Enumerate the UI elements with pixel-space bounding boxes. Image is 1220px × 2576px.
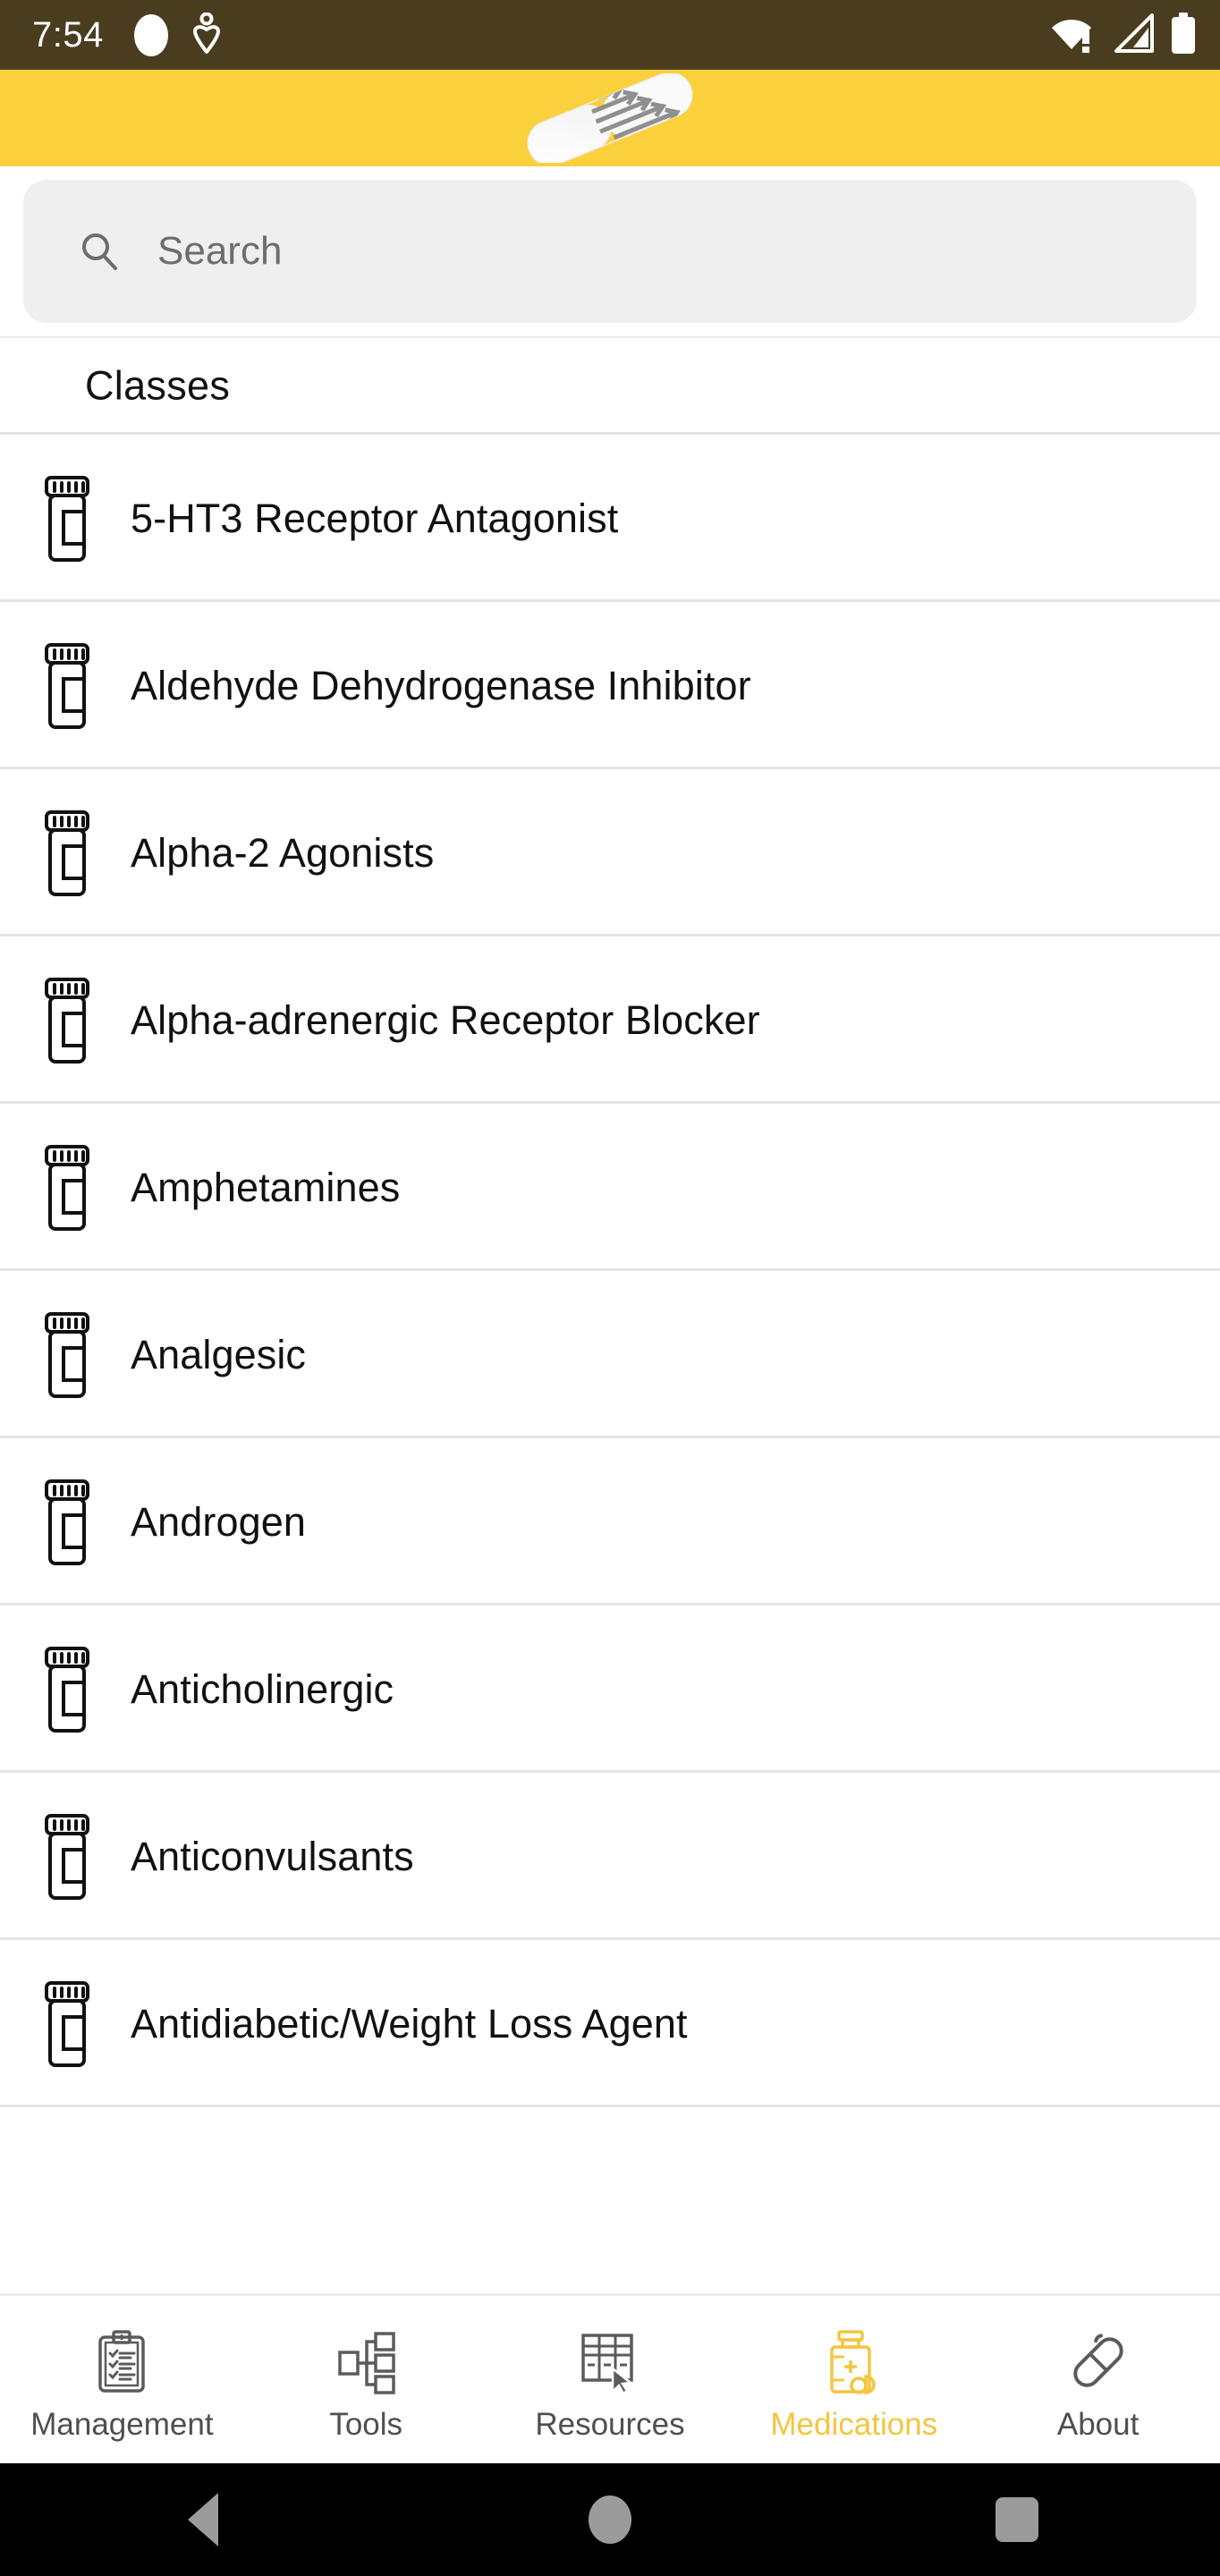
medication-bottle-icon bbox=[43, 977, 91, 1063]
list-item-label: Androgen bbox=[131, 1499, 306, 1545]
tab-resources[interactable]: Resources bbox=[488, 2296, 733, 2463]
medication-bottle-icon bbox=[43, 1311, 91, 1398]
medication-bottle-icon bbox=[43, 642, 91, 729]
search-placeholder-text: Search bbox=[157, 229, 283, 273]
capsule-pill-logo bbox=[527, 73, 693, 163]
list-item-label: Anticholinergic bbox=[131, 1666, 394, 1712]
table-row[interactable]: Alpha-2 Agonists bbox=[0, 769, 1220, 936]
medication-bottle-icon bbox=[43, 1144, 91, 1231]
medication-bottle-icon bbox=[43, 809, 91, 896]
table-row[interactable]: Antidiabetic/Weight Loss Agent bbox=[0, 1940, 1220, 2107]
section-header: Classes bbox=[0, 336, 1220, 435]
medication-bottle-icon bbox=[43, 1646, 91, 1733]
back-triangle-icon bbox=[188, 2493, 219, 2546]
list-item-label: Amphetamines bbox=[131, 1165, 401, 1210]
table-row[interactable]: Analgesic bbox=[0, 1271, 1220, 1438]
app-header bbox=[0, 70, 1220, 166]
capsule-icon bbox=[1066, 2330, 1131, 2394]
status-bar-clock: 7:54 bbox=[32, 15, 104, 55]
recents-square-icon bbox=[995, 2497, 1038, 2542]
tab-label: About bbox=[1056, 2407, 1140, 2442]
section-top-divider bbox=[0, 336, 1220, 338]
table-row[interactable]: 5-HT3 Receptor Antagonist bbox=[0, 435, 1220, 602]
tab-tools[interactable]: Tools bbox=[244, 2296, 488, 2463]
status-bar-system-icons bbox=[1048, 12, 1197, 58]
status-bar: 7:54 bbox=[0, 0, 1220, 70]
tab-management[interactable]: Management bbox=[0, 2296, 244, 2463]
table-row[interactable]: Anticonvulsants bbox=[0, 1773, 1220, 1940]
android-navigation-bar[interactable] bbox=[0, 2463, 1220, 2576]
app-root: 7:54 Search Classes 5-HT3 Receptor Antag… bbox=[0, 0, 1220, 2576]
medication-bottle-icon bbox=[43, 1813, 91, 1900]
org-chart-icon bbox=[334, 2330, 398, 2394]
wifi-alert-icon bbox=[1048, 13, 1098, 57]
classes-list[interactable]: 5-HT3 Receptor Antagonist Aldehyde Dehydr… bbox=[0, 435, 1220, 2293]
table-row[interactable]: Aldehyde Dehydrogenase Inhibitor bbox=[0, 602, 1220, 769]
list-item-label: Alpha-2 Agonists bbox=[131, 830, 435, 876]
list-item-label: Anticonvulsants bbox=[131, 1834, 414, 1879]
tab-label: Medications bbox=[770, 2407, 938, 2442]
home-circle-icon bbox=[588, 2496, 631, 2544]
tab-about[interactable]: About bbox=[976, 2296, 1220, 2463]
search-input[interactable]: Search bbox=[23, 180, 1197, 323]
table-row[interactable]: Anticholinergic bbox=[0, 1606, 1220, 1773]
list-item-label: Analgesic bbox=[131, 1332, 307, 1377]
tab-medications[interactable]: Medications bbox=[732, 2296, 976, 2463]
tab-label: Resources bbox=[535, 2407, 685, 2442]
table-cursor-icon bbox=[578, 2330, 642, 2394]
back-button[interactable] bbox=[131, 2463, 275, 2576]
list-item-label: Antidiabetic/Weight Loss Agent bbox=[131, 2001, 688, 2046]
table-row[interactable]: Androgen bbox=[0, 1438, 1220, 1606]
tab-label: Tools bbox=[329, 2407, 403, 2442]
list-item-label: Aldehyde Dehydrogenase Inhibitor bbox=[131, 663, 751, 708]
tab-label: Management bbox=[30, 2407, 214, 2442]
battery-full-icon bbox=[1170, 12, 1197, 58]
home-button[interactable] bbox=[538, 2463, 682, 2576]
list-item-label: Alpha-adrenergic Receptor Blocker bbox=[131, 997, 760, 1043]
status-bar-notification-icons bbox=[133, 12, 222, 58]
circle-indicator-icon bbox=[133, 13, 168, 56]
pill-bottle-icon bbox=[822, 2330, 886, 2394]
table-row[interactable]: Alpha-adrenergic Receptor Blocker bbox=[0, 936, 1220, 1104]
location-pin-icon bbox=[191, 12, 222, 58]
medication-bottle-icon bbox=[43, 1980, 91, 2067]
table-row[interactable]: Amphetamines bbox=[0, 1104, 1220, 1271]
bottom-tab-bar[interactable]: Management Tools Resources Medications About bbox=[0, 2293, 1220, 2463]
medication-bottle-icon bbox=[43, 475, 91, 562]
list-item-label: 5-HT3 Receptor Antagonist bbox=[131, 496, 619, 541]
app-logo bbox=[516, 73, 704, 163]
cell-signal-icon bbox=[1114, 13, 1155, 57]
recents-button[interactable] bbox=[945, 2463, 1089, 2576]
clipboard-checklist-icon bbox=[89, 2330, 154, 2394]
medication-bottle-icon bbox=[43, 1479, 91, 1565]
page-title: Classes bbox=[85, 362, 231, 409]
search-zone: Search bbox=[0, 166, 1220, 336]
search-icon bbox=[79, 231, 120, 272]
